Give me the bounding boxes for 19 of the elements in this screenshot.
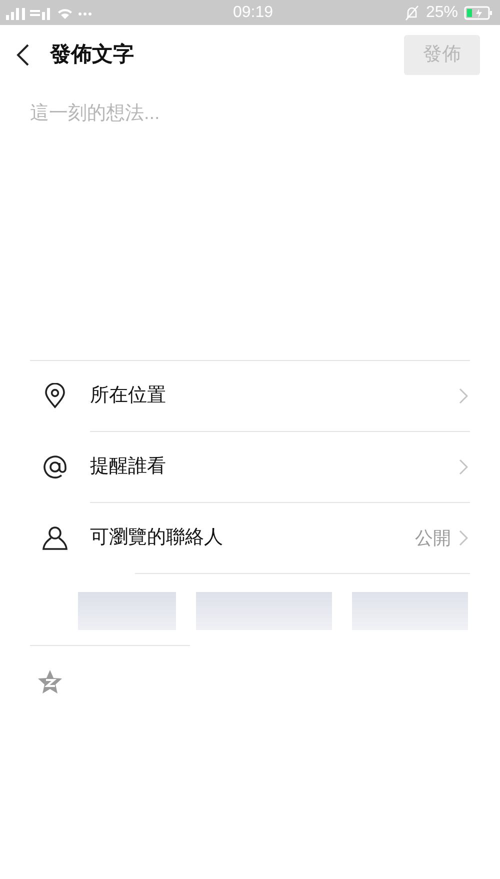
option-row[interactable]: 所在位置 — [0, 361, 500, 431]
signal-icon — [6, 6, 94, 20]
chevron-right-icon — [459, 388, 468, 404]
option-row[interactable]: 可瀏覽的聯絡人 公開 — [0, 503, 500, 573]
option-label: 可瀏覽的聯絡人 — [90, 526, 223, 550]
chevron-right-icon — [459, 530, 468, 546]
option-label: 所在位置 — [90, 384, 166, 408]
at-sign-icon — [42, 454, 68, 480]
option-row[interactable]: 提醒誰看 — [0, 432, 500, 502]
person-icon — [42, 525, 68, 551]
battery-icon — [464, 6, 494, 20]
option-value: 公開 — [415, 526, 451, 550]
post-input-field[interactable]: 這一刻的想法... — [30, 100, 470, 360]
muted-bell-icon — [404, 4, 420, 20]
chevron-right-icon — [459, 459, 468, 475]
star-icon[interactable] — [37, 669, 63, 695]
page-title: 發佈文字 — [50, 42, 134, 68]
location-pin-icon — [44, 383, 66, 409]
option-label: 提醒誰看 — [90, 454, 166, 479]
